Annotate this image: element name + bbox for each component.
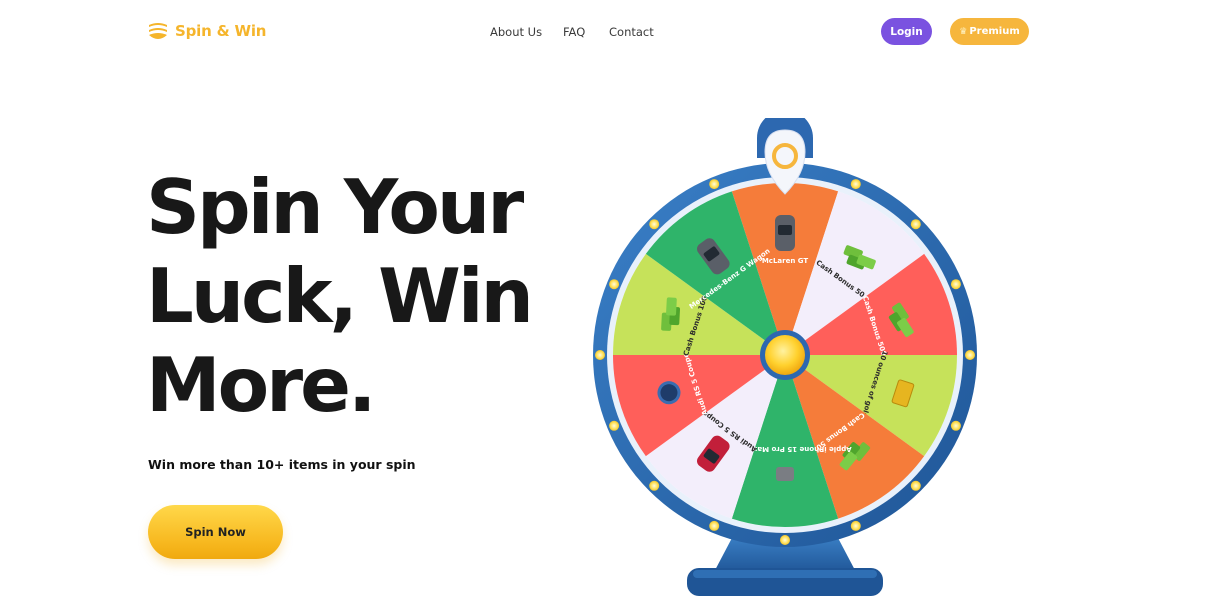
premium-label: Premium (969, 26, 1020, 37)
wheel-segment-label: McLaren GT (762, 257, 809, 265)
wheel-light-icon (649, 480, 660, 491)
phone-icon (776, 467, 794, 481)
wheel-light-icon (780, 535, 790, 545)
wheel-light-icon (609, 420, 620, 431)
wheel-light-icon (595, 350, 605, 360)
spin-now-button[interactable]: Spin Now (148, 505, 283, 559)
wheel-light-icon (910, 219, 921, 230)
login-button[interactable]: Login (881, 18, 932, 45)
crown-icon: ♛ (959, 26, 968, 37)
nav-faq[interactable]: FAQ (563, 25, 585, 39)
headline-line-3: More. (146, 341, 377, 429)
hero-subtitle: Win more than 10+ items in your spin (148, 457, 416, 472)
logo-text: Spin & Win (175, 22, 267, 40)
wheel-light-icon (649, 219, 660, 230)
logo[interactable]: Spin & Win (147, 19, 266, 43)
premium-button[interactable]: ♛ Premium (950, 18, 1029, 45)
headline-line-2: Luck, Win (146, 252, 534, 340)
wheel-light-icon (709, 179, 720, 190)
car-icon (775, 215, 795, 251)
wheel-light-icon (950, 420, 961, 431)
wheel-light-icon (965, 350, 975, 360)
prize-wheel[interactable]: McLaren GT Cash Bonus 50 Cash Bonus 500 10 … (585, 118, 985, 598)
wheel-light-icon (850, 179, 861, 190)
nav-contact[interactable]: Contact (609, 25, 654, 39)
wheel-light-icon (609, 279, 620, 290)
nav-about-us[interactable]: About Us (490, 25, 542, 39)
wheel-light-icon (950, 279, 961, 290)
wheel-light-icon (910, 480, 921, 491)
prize-wheel-graphic: McLaren GT Cash Bonus 50Cash Bonus 50010 … (593, 118, 977, 596)
wheel-light-icon (850, 520, 861, 531)
hero-headline: Spin Your Luck, Win More. (146, 163, 566, 430)
logo-icon (149, 23, 167, 39)
headline-line-1: Spin Your (146, 163, 524, 251)
wheel-light-icon (709, 520, 720, 531)
